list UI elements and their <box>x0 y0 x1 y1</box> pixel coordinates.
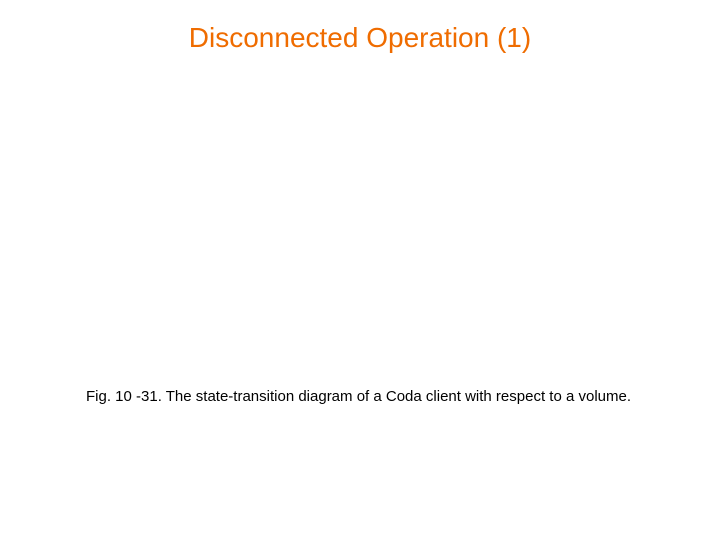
figure-caption: Fig. 10 -31. The state-transition diagra… <box>86 388 660 407</box>
slide-title: Disconnected Operation (1) <box>0 22 720 54</box>
slide: Disconnected Operation (1) Fig. 10 -31. … <box>0 0 720 540</box>
